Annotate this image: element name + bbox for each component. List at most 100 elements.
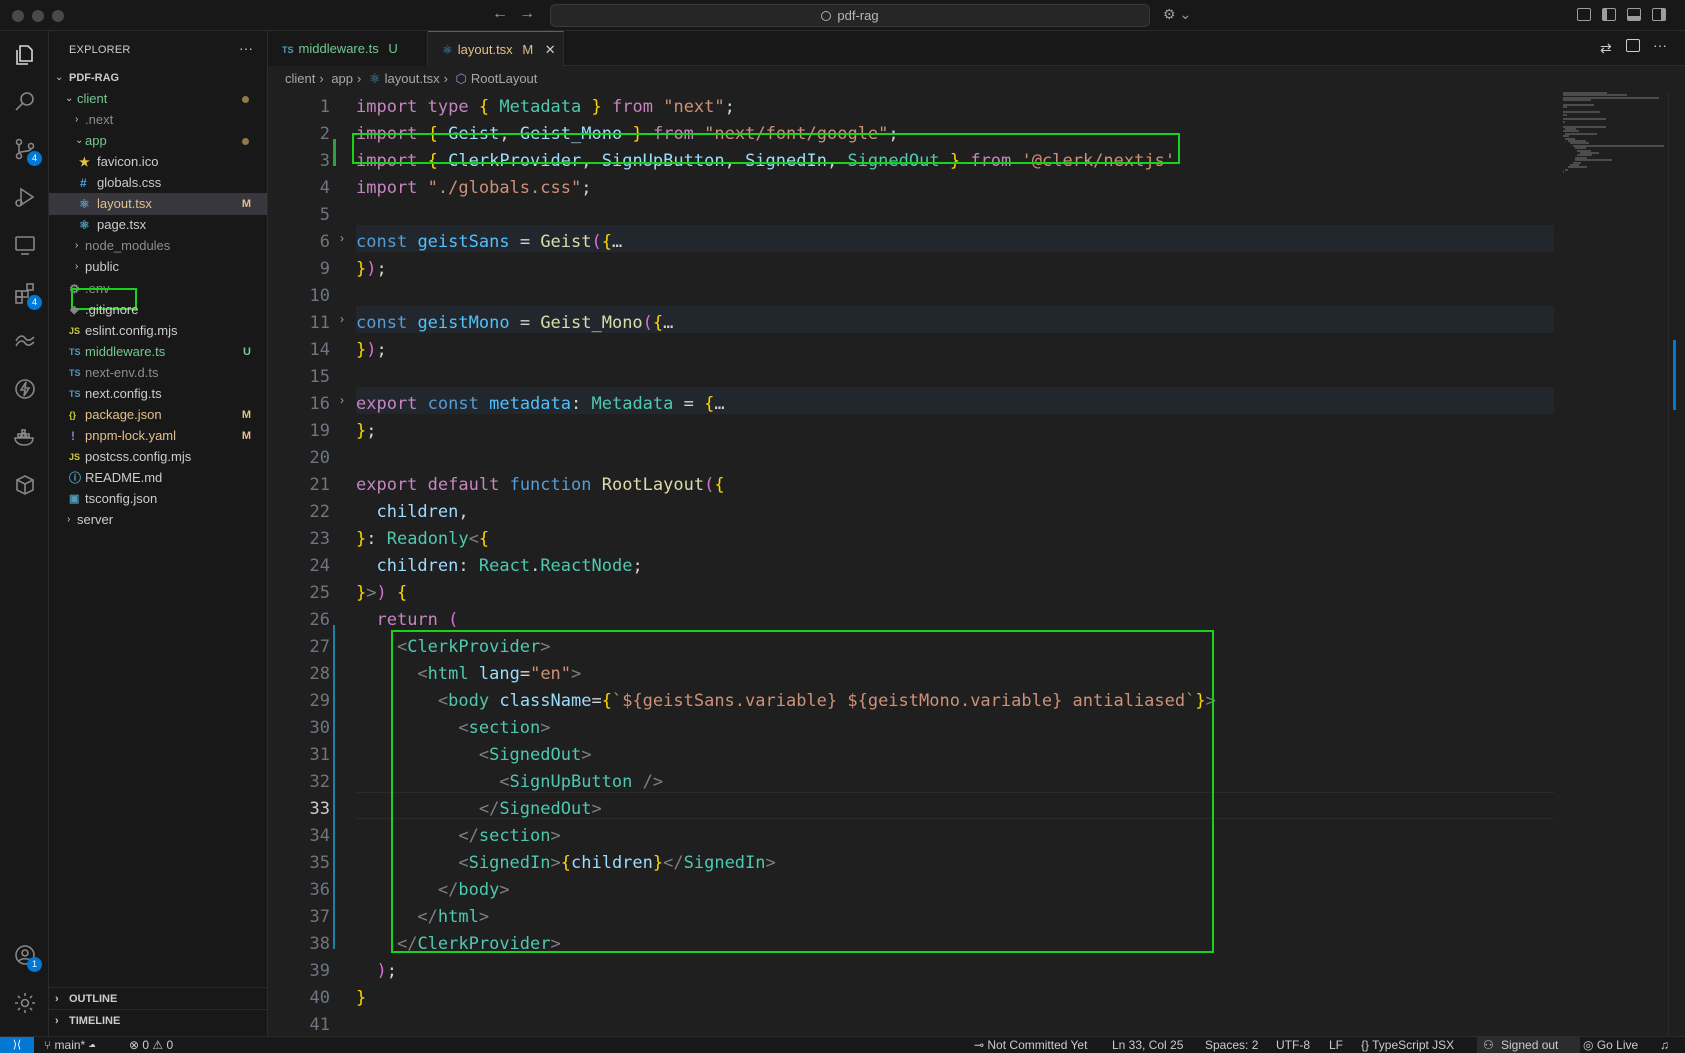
tree-item-eslint-config[interactable]: JS eslint.config.mjs <box>49 320 267 342</box>
toggle-sidebar-icon[interactable] <box>1602 8 1616 21</box>
tree-item-next[interactable]: › .next <box>49 109 267 131</box>
maximize-window-button[interactable] <box>52 10 64 22</box>
split-editor-icon[interactable] <box>1626 39 1640 52</box>
chevron-right-icon[interactable]: › <box>340 231 344 245</box>
indentation[interactable]: Spaces: 2 <box>1205 1037 1258 1053</box>
git-blame-status[interactable]: ⊸ Not Committed Yet <box>974 1037 1087 1053</box>
tab-layout-tsx[interactable]: ⚛ layout.tsx M ✕ <box>428 31 564 66</box>
branch-indicator[interactable]: ⑂ main* ☁ <box>44 1037 96 1053</box>
line-number: 36 <box>309 880 330 900</box>
command-center-search[interactable]: pdf-rag <box>550 4 1150 27</box>
tree-item-label: package.json <box>85 407 162 422</box>
tree-item-server[interactable]: › server <box>49 509 267 531</box>
language-mode[interactable]: {} TypeScript JSX <box>1361 1037 1454 1053</box>
tree-item-node-modules[interactable]: › node_modules <box>49 235 267 257</box>
minimap-line <box>1563 171 1565 174</box>
outline-section[interactable]: › OUTLINE <box>49 987 267 1009</box>
code-line[interactable]: ); <box>356 958 397 985</box>
tree-item-client[interactable]: ⌄ client <box>49 88 267 110</box>
account-status[interactable]: ⚇ Signed out <box>1477 1037 1580 1053</box>
extensions-icon[interactable]: 4 <box>12 281 42 310</box>
tree-item-globals-css[interactable]: # globals.css <box>49 172 267 194</box>
line-number: 19 <box>309 421 330 441</box>
tree-item-tsconfig[interactable]: ▣ tsconfig.json <box>49 488 267 510</box>
tree-item-middleware-ts[interactable]: TS middleware.ts U <box>49 341 267 363</box>
encoding[interactable]: UTF-8 <box>1276 1037 1310 1053</box>
more-actions-icon[interactable]: ··· <box>239 40 253 56</box>
more-actions-icon[interactable]: ··· <box>1653 37 1667 53</box>
remote-indicator-icon[interactable]: ⟩⟨ <box>0 1037 34 1053</box>
code-line[interactable]: children: React.ReactNode; <box>356 553 642 580</box>
customize-layout-icon[interactable] <box>1577 8 1591 21</box>
line-number: 34 <box>309 826 330 846</box>
code-line[interactable]: }); <box>356 337 387 364</box>
back-arrow-icon[interactable]: ← <box>492 5 508 23</box>
tab-label: middleware.ts <box>298 41 379 56</box>
tree-item-favicon[interactable]: ★ favicon.ico <box>49 151 267 173</box>
go-live-button[interactable]: ◎ Go Live <box>1583 1037 1638 1053</box>
tree-item-next-config[interactable]: TS next.config.ts <box>49 383 267 405</box>
chevron-right-icon[interactable]: › <box>340 393 344 407</box>
forward-arrow-icon[interactable]: → <box>519 5 535 23</box>
tree-item-label: README.md <box>85 470 163 485</box>
tree-item-readme[interactable]: ⓘ README.md <box>49 467 267 489</box>
code-line[interactable]: }; <box>356 418 377 445</box>
source-control-icon[interactable]: 4 <box>12 137 42 166</box>
tree-item-layout-tsx[interactable]: ⚛ layout.tsx M <box>49 193 267 215</box>
code-line[interactable]: } <box>356 985 366 1012</box>
breadcrumb-item[interactable]: app <box>331 71 353 86</box>
breadcrumb-item[interactable]: RootLayout <box>471 71 538 86</box>
gear-icon[interactable] <box>12 991 38 1017</box>
docker-icon[interactable] <box>12 425 38 451</box>
code-line[interactable]: import "./globals.css"; <box>356 175 591 202</box>
minimap[interactable] <box>1563 92 1675 182</box>
tree-item-page-tsx[interactable]: ⚛ page.tsx <box>49 214 267 236</box>
breadcrumb-item[interactable]: layout.tsx <box>385 71 440 86</box>
code-line[interactable]: }>) { <box>356 580 407 607</box>
code-line[interactable]: import type { Metadata } from "next"; <box>356 94 735 121</box>
code-line[interactable]: }); <box>356 256 387 283</box>
code-editor[interactable]: 1 2 3 4 5 6 9 10 11 14 15 16 19 20 21 22 23 24 25 26 27 28 29 3… <box>268 92 1685 1036</box>
cursor-position[interactable]: Ln 33, Col 25 <box>1112 1037 1183 1053</box>
remote-explorer-icon[interactable] <box>12 233 38 259</box>
end-of-line[interactable]: LF <box>1329 1037 1343 1053</box>
search-icon[interactable] <box>12 89 38 115</box>
tree-item-postcss-config[interactable]: JS postcss.config.mjs <box>49 446 267 468</box>
tree-item-gitignore[interactable]: ◈ .gitignore <box>49 299 267 321</box>
code-line[interactable]: const geistSans = Geist({… <box>356 229 622 256</box>
compare-changes-icon[interactable]: ⇄ <box>1600 40 1612 57</box>
explorer-icon[interactable] <box>12 43 38 69</box>
tree-item-public[interactable]: › public <box>49 256 267 278</box>
close-window-button[interactable] <box>12 10 24 22</box>
code-line[interactable]: children, <box>356 499 468 526</box>
project-root[interactable]: ⌄ PDF-RAG <box>49 67 267 89</box>
database-icon[interactable] <box>12 473 38 499</box>
problems-indicator[interactable]: ⊗ 0 ⚠ 0 <box>129 1037 173 1053</box>
minimize-window-button[interactable] <box>32 10 44 22</box>
bell-icon[interactable]: ♫ <box>1660 1037 1669 1053</box>
tree-item-package-json[interactable]: {} package.json M <box>49 404 267 426</box>
vertical-scrollbar[interactable] <box>1668 92 1682 1036</box>
toggle-panel-icon[interactable] <box>1627 8 1641 21</box>
chevron-right-icon: › <box>75 240 79 251</box>
breadcrumb-item[interactable]: client <box>285 71 315 86</box>
tab-middleware-ts[interactable]: TS middleware.ts U <box>268 31 428 66</box>
chevron-right-icon[interactable]: › <box>340 312 344 326</box>
run-debug-icon[interactable] <box>12 185 38 211</box>
code-line[interactable]: export const metadata: Metadata = {… <box>356 391 725 418</box>
tree-item-app[interactable]: ⌄ app <box>49 130 267 152</box>
code-line[interactable]: export default function RootLayout({ <box>356 472 725 499</box>
timeline-section[interactable]: › TIMELINE <box>49 1009 267 1031</box>
accounts-icon[interactable]: 1 <box>12 943 42 972</box>
react-icon: ⚛ <box>79 218 90 232</box>
tree-item-next-env[interactable]: TS next-env.d.ts <box>49 362 267 384</box>
exclamation-icon: ! <box>71 429 75 443</box>
tailwind-icon[interactable] <box>12 329 38 355</box>
tree-item-pnpm-lock[interactable]: ! pnpm-lock.yaml M <box>49 425 267 447</box>
thunder-client-icon[interactable] <box>12 377 38 403</box>
toggle-secondary-sidebar-icon[interactable] <box>1652 8 1666 21</box>
copilot-icon[interactable]: ⚙︎ ⌄ <box>1163 6 1191 23</box>
close-icon[interactable]: ✕ <box>545 42 556 57</box>
code-line[interactable]: const geistMono = Geist_Mono({… <box>356 310 673 337</box>
code-line[interactable]: }: Readonly<{ <box>356 526 489 553</box>
